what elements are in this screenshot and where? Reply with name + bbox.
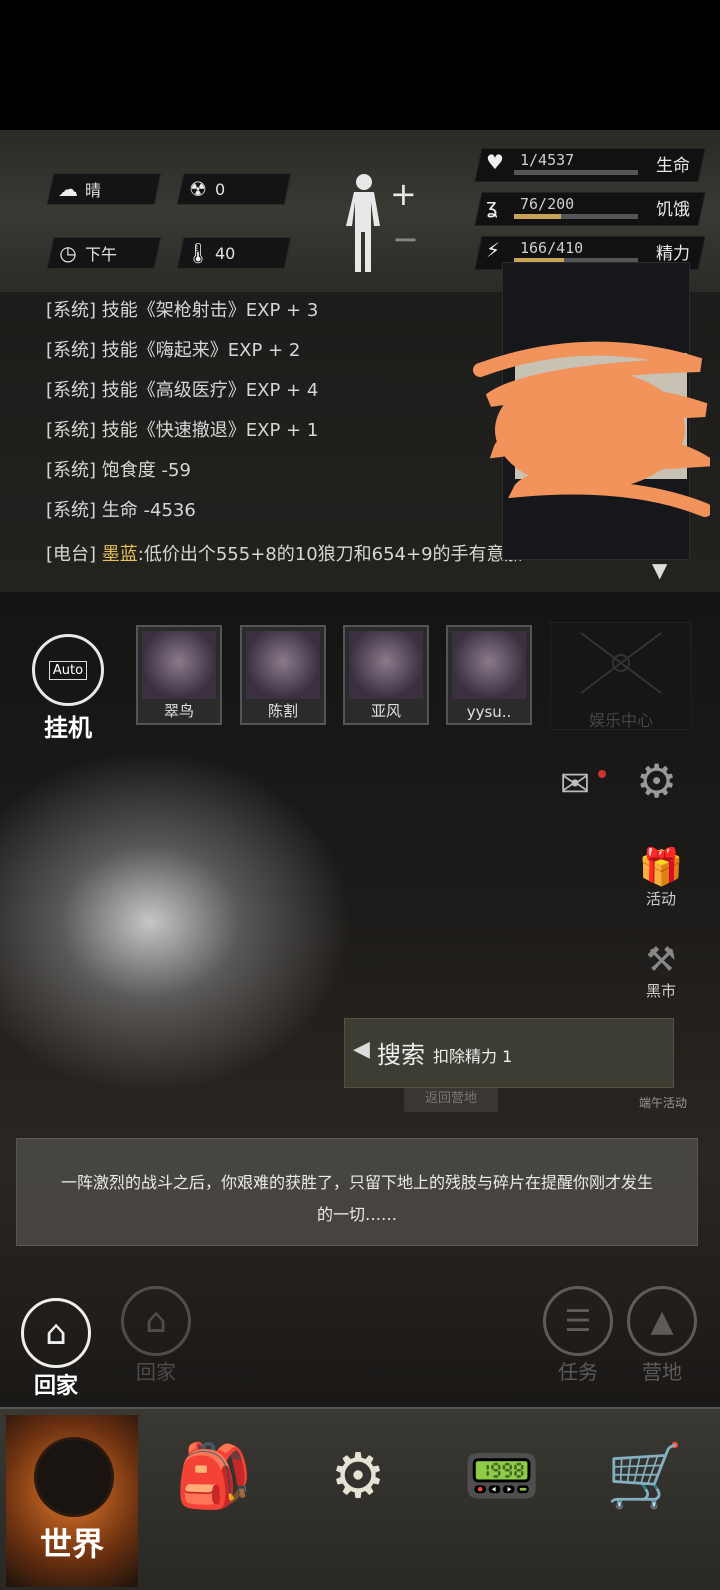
nav-shop[interactable]: 🛒 — [600, 1439, 690, 1539]
party-member-name: 陈割 — [267, 702, 298, 720]
log-line: [系统] 技能《架枪射击》EXP + 3 — [46, 300, 319, 321]
left-arrow-icon: ◀ — [353, 1037, 370, 1062]
clock-icon: ◷ — [59, 241, 77, 265]
radiation-chip: ☢ 0 — [176, 173, 292, 205]
task-scroll-icon: ☰ — [543, 1286, 613, 1356]
settings-gear-icon[interactable]: ⚙ — [636, 754, 677, 808]
nav-backpack[interactable]: 🎒 — [174, 1439, 254, 1539]
health-stat: ♥ 1/4537 生命 — [474, 148, 706, 182]
health-bar — [514, 170, 638, 175]
hunger-stat: ʓ 76/200 饥饿 — [474, 192, 706, 226]
party-member-name: 翠鸟 — [163, 702, 194, 720]
party-member-card[interactable]: 翠鸟 — [136, 625, 222, 725]
hunger-bar — [514, 214, 638, 219]
log-line: [系统] 技能《高级医疗》EXP + 4 — [46, 380, 319, 401]
thermometer-icon: 🌡 — [185, 241, 211, 265]
avatar — [452, 631, 526, 699]
nav-radio[interactable]: 📟 — [462, 1439, 542, 1539]
temperature-value: 40 — [215, 243, 236, 263]
human-body-icon: + − — [346, 174, 419, 272]
tasks-button[interactable]: ☰ 任务 — [542, 1286, 614, 1385]
weather-chip: ☁ 晴 — [46, 173, 162, 205]
scene-sign: 返回营地 — [404, 1086, 498, 1112]
avatar — [142, 631, 216, 699]
bottom-nav: 世界 🎒 ⚙ 📟 🛒 — [0, 1407, 720, 1590]
nav-world[interactable]: 世界 — [6, 1415, 138, 1587]
entertainment-center-button[interactable]: 娱乐中心 — [550, 622, 692, 730]
globe-icon — [34, 1437, 114, 1517]
head-gears-icon: ⚙ — [330, 1439, 386, 1512]
cloud-sun-icon: ☁ — [58, 177, 78, 201]
heart-icon: ♥ — [486, 150, 504, 174]
shopping-cart-icon: 🛒 — [606, 1439, 684, 1512]
tent-icon: ▲ — [627, 1286, 697, 1356]
gift-icon: 🎁 — [638, 847, 684, 888]
auto-icon: Auto — [32, 634, 104, 706]
camp-button[interactable]: ▲ 营地 — [626, 1286, 698, 1385]
auto-idle-button[interactable]: Auto 挂机 — [32, 634, 104, 742]
activity-button[interactable]: 🎁 活动 — [632, 846, 690, 909]
black-market-button[interactable]: ⚒ 黑市 — [632, 940, 690, 1001]
compass-icon — [580, 632, 662, 694]
expand-log-icon[interactable]: ▼ — [652, 558, 667, 582]
svg-text:−: − — [392, 220, 419, 258]
stomach-icon: ʓ — [486, 194, 498, 218]
party-member-card[interactable]: yysu.. — [446, 625, 532, 725]
hammer-icon: ⚒ — [645, 940, 677, 980]
party-member-name: yysu.. — [466, 703, 512, 721]
log-line: [系统] 生命 -4536 — [46, 500, 196, 521]
log-line: [系统] 饱食度 -59 — [46, 460, 191, 481]
svg-text:+: + — [390, 175, 417, 213]
mail-notification-dot — [598, 770, 606, 778]
nav-skills[interactable]: ⚙ — [318, 1439, 398, 1539]
walkie-talkie-icon: 📟 — [463, 1439, 541, 1512]
house-icon: ⌂ — [21, 1298, 91, 1368]
avatar — [349, 631, 423, 699]
radio-speaker[interactable]: 墨蓝 — [102, 544, 138, 565]
log-line: [系统] 技能《嗨起来》EXP + 2 — [46, 340, 301, 361]
avatar — [246, 631, 320, 699]
log-line: [系统] 技能《快速撤退》EXP + 1 — [46, 420, 319, 441]
radiation-value: 0 — [215, 179, 226, 199]
scene-area: Auto 挂机 翠鸟 陈割 亚风 yysu.. 娱乐中心 ✉ ⚙ 🎁 活动 ⚒ 黑市 … — [0, 592, 720, 1407]
temperature-chip: 🌡 40 — [176, 237, 292, 269]
time-label: 下午 — [85, 245, 118, 264]
party-member-card[interactable]: 亚风 — [343, 625, 429, 725]
mail-icon[interactable]: ✉ — [560, 764, 590, 805]
home-button[interactable]: ⌂ 回家 — [20, 1298, 92, 1400]
body-status-button[interactable]: + − — [340, 170, 420, 274]
radio-line: [电台] 墨蓝:低价出个555+8的10狼刀和654+9的手有意加 — [46, 544, 523, 565]
house-icon: ⌂ — [121, 1286, 191, 1356]
search-button[interactable]: ◀ 搜索 扣除精力 1 — [344, 1018, 674, 1088]
weather-label: 晴 — [85, 181, 102, 200]
party-member-name: 亚风 — [370, 702, 401, 720]
backpack-icon: 🎒 — [175, 1439, 253, 1512]
redaction-scribble — [470, 340, 720, 520]
dragon-boat-event-button[interactable]: 端午活动 — [626, 1094, 700, 1111]
lightning-icon: ⚡ — [486, 238, 501, 262]
radiation-icon: ☢ — [189, 177, 207, 201]
battle-result-message: 一阵激烈的战斗之后，你艰难的获胜了，只留下地上的残肢与碎片在提醒你刚才发生的一切… — [16, 1138, 698, 1246]
time-chip: ◷ 下午 — [46, 237, 162, 269]
party-member-card[interactable]: 陈割 — [240, 625, 326, 725]
home-ghost-button[interactable]: ⌂ 回家 — [120, 1286, 192, 1385]
auto-label: 挂机 — [44, 714, 92, 742]
